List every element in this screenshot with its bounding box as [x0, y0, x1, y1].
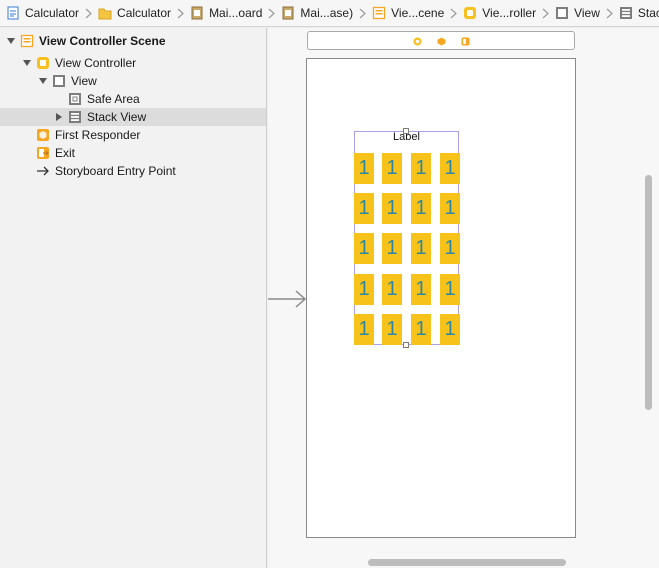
number-button[interactable]: 1 [354, 153, 374, 184]
chevron-right-icon [359, 8, 367, 19]
outline-item-view-controller[interactable]: View Controller [0, 54, 266, 72]
breadcrumb-label: Stack View [637, 6, 659, 20]
breadcrumb-scene[interactable]: Vie...cene [372, 0, 445, 26]
breadcrumb-view-controller[interactable]: Vie...roller [463, 0, 537, 26]
number-button[interactable]: 1 [440, 274, 460, 305]
horizontal-scroll-thumb[interactable] [368, 559, 566, 566]
breadcrumb-main-storyboard[interactable]: Mai...oard [190, 0, 263, 26]
number-button[interactable]: 1 [411, 153, 431, 184]
view-icon [556, 7, 569, 19]
number-button[interactable]: 1 [440, 233, 460, 264]
number-button[interactable]: 1 [354, 233, 374, 264]
chevron-right-icon [85, 8, 92, 19]
breadcrumb-stack-view[interactable]: Stack View [619, 0, 659, 26]
number-button[interactable]: 1 [440, 193, 460, 224]
outline-item-view-controller-scene[interactable]: View Controller Scene [0, 32, 266, 50]
number-button[interactable]: 1 [411, 193, 431, 224]
first-responder-icon [37, 129, 49, 141]
safe-area-icon [69, 93, 81, 105]
number-button[interactable]: 1 [354, 314, 374, 345]
exit-icon[interactable] [461, 37, 470, 46]
chevron-right-icon [177, 8, 184, 19]
chevron-right-icon [268, 8, 276, 19]
resize-handle-top[interactable] [403, 128, 409, 134]
document-outline: View Controller Scene View Controller Vi… [0, 28, 267, 568]
swift-file-icon [7, 6, 19, 20]
number-button[interactable]: 1 [411, 314, 431, 345]
outline-item-label: View [71, 74, 97, 88]
jump-bar: Calculator Calculator Mai...oard Mai...a… [0, 0, 659, 27]
outline-item-first-responder[interactable]: First Responder [0, 126, 266, 144]
folder-icon [98, 8, 112, 20]
outline-item-safe-area[interactable]: Safe Area [0, 90, 266, 108]
chevron-right-icon [606, 8, 613, 19]
outline-item-view[interactable]: View [0, 72, 266, 90]
disclosure-triangle-collapsed-icon[interactable] [54, 112, 64, 122]
view-controller-icon [37, 57, 49, 69]
breadcrumb-label: View [574, 6, 600, 20]
breadcrumb-label: Mai...ase) [300, 6, 354, 20]
outline-item-exit[interactable]: Exit [0, 144, 266, 162]
stack-view-icon [69, 111, 81, 123]
view-controller-icon [464, 7, 477, 19]
breadcrumb-view[interactable]: View [555, 0, 600, 26]
breadcrumb-label: Vie...cene [391, 6, 445, 20]
breadcrumb-label: Mai...oard [209, 6, 263, 20]
outline-item-label: View Controller Scene [39, 34, 166, 48]
breadcrumb-label: Vie...roller [482, 6, 537, 20]
outline-item-stack-view[interactable]: Stack View [0, 108, 266, 126]
number-button[interactable]: 1 [354, 193, 374, 224]
entry-arrow-icon [37, 166, 49, 176]
number-button[interactable]: 1 [382, 233, 402, 264]
storyboard-entry-arrow-icon[interactable] [268, 290, 308, 308]
outline-item-storyboard-entry-point[interactable]: Storyboard Entry Point [0, 162, 266, 180]
view-icon [53, 75, 65, 87]
view-controller-icon[interactable] [413, 37, 422, 46]
number-button[interactable]: 1 [411, 233, 431, 264]
breadcrumb-label: Calculator [25, 6, 80, 20]
chevron-right-icon [450, 8, 458, 19]
outline-item-label: View Controller [55, 56, 137, 70]
chevron-right-icon [542, 8, 549, 19]
scene-icon [20, 34, 34, 48]
outline-item-label: First Responder [55, 128, 141, 142]
outline-item-label: Exit [55, 146, 76, 160]
disclosure-triangle-expanded-icon[interactable] [6, 36, 16, 46]
number-button[interactable]: 1 [382, 314, 402, 345]
storyboard-file-icon [191, 6, 203, 20]
outline-item-label: Safe Area [87, 92, 140, 106]
breadcrumb-main-base[interactable]: Mai...ase) [281, 0, 354, 26]
number-button[interactable]: 1 [354, 274, 374, 305]
vertical-scroll-thumb[interactable] [645, 175, 652, 410]
breadcrumb-calculator-project[interactable]: Calculator [6, 0, 80, 26]
first-responder-icon[interactable] [437, 37, 446, 46]
disclosure-triangle-expanded-icon[interactable] [38, 76, 48, 86]
scene-icon [372, 6, 386, 20]
number-button[interactable]: 1 [411, 274, 431, 305]
storyboard-file-icon [282, 6, 294, 20]
breadcrumb-label: Calculator [117, 6, 172, 20]
number-button[interactable]: 1 [440, 314, 460, 345]
number-button[interactable]: 1 [382, 193, 402, 224]
breadcrumb-calculator-folder[interactable]: Calculator [98, 0, 172, 26]
outline-item-label: Storyboard Entry Point [55, 164, 176, 178]
number-button[interactable]: 1 [382, 274, 402, 305]
number-button[interactable]: 1 [382, 153, 402, 184]
scene-dock[interactable] [307, 31, 575, 50]
resize-handle-bottom[interactable] [403, 342, 409, 348]
exit-icon [37, 147, 49, 159]
disclosure-triangle-expanded-icon[interactable] [22, 58, 32, 68]
stack-view-icon [619, 7, 632, 19]
number-button[interactable]: 1 [440, 153, 460, 184]
outline-item-label: Stack View [87, 110, 147, 124]
